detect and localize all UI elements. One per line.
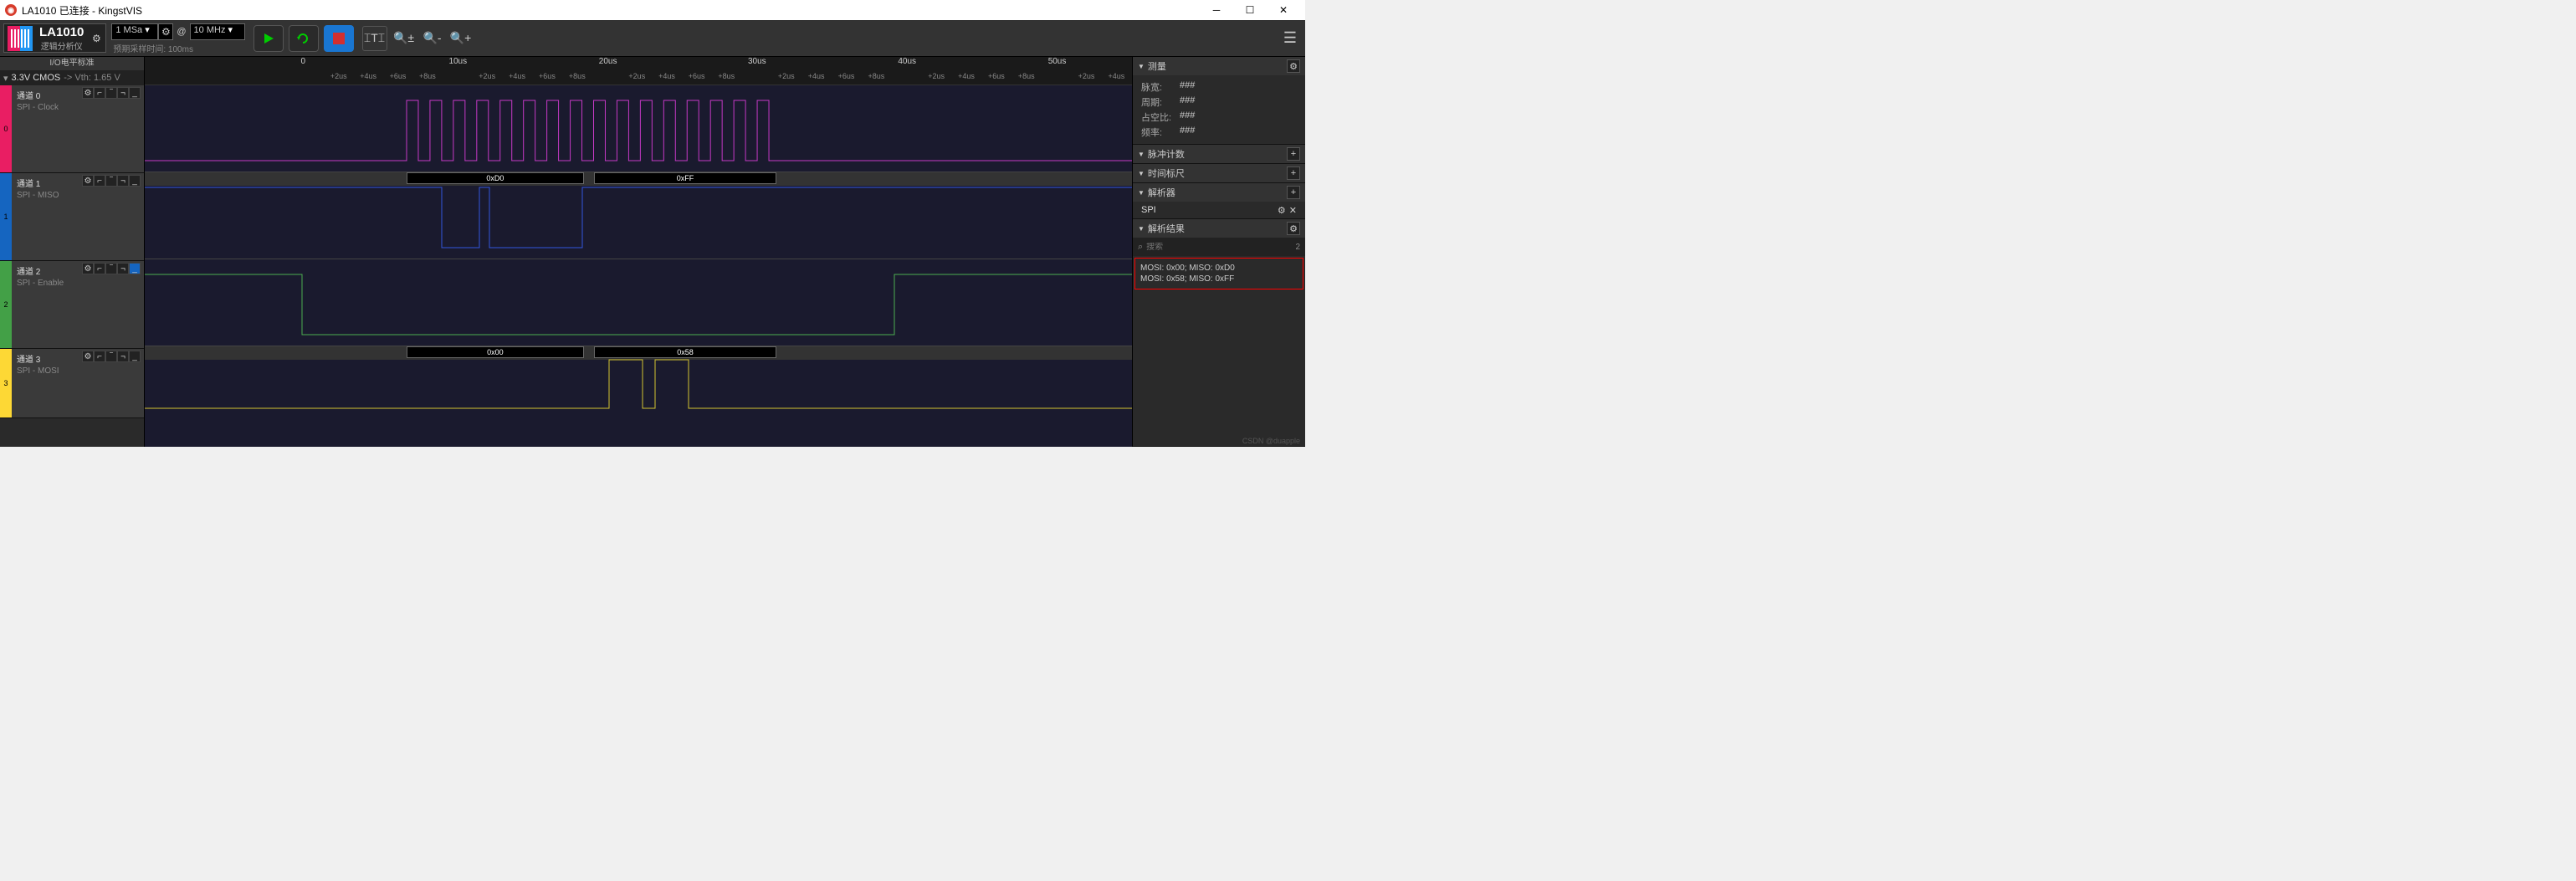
sample-depth-select[interactable]: 1 MSa ▾	[111, 23, 158, 40]
channel-1-sub: SPI - MISO	[17, 191, 139, 200]
waveform-ch0	[145, 85, 1132, 172]
add-analyzer-button[interactable]: +	[1287, 186, 1300, 199]
title-bar: ◉ LA1010 已连接 - KingstVIS ─ ☐ ✕	[0, 0, 1305, 20]
zoom-in-button[interactable]: 🔍+	[449, 27, 473, 50]
channel-2-row: 2 通道 2 SPI - Enable ⚙ ⌐ ‾ ¬ _	[0, 261, 144, 349]
decode-miso-1: 0xFF	[594, 172, 776, 184]
low-icon[interactable]: _	[129, 351, 141, 362]
voltage-threshold-select[interactable]: ▾ 3.3V CMOS -> Vth: 1.65 V	[0, 70, 144, 85]
high-icon[interactable]: ‾	[105, 263, 117, 274]
results-gear-icon[interactable]: ⚙	[1287, 222, 1300, 235]
channel-0-controls: ⚙ ⌐ ‾ ¬ _	[82, 87, 141, 99]
cursor-tool-button[interactable]: ⌶T⌶	[362, 26, 387, 51]
result-row[interactable]: MOSI: 0x00; MISO: 0xD0	[1140, 264, 1298, 273]
depth-gear-icon[interactable]: ⚙	[158, 23, 173, 40]
results-count: 2	[1295, 243, 1300, 252]
device-box: LA1010 逻辑分析仪 ⚙	[3, 23, 106, 53]
search-icon: ⌕	[1138, 242, 1143, 253]
channel-0-row: 0 通道 0 SPI - Clock ⚙ ⌐ ‾ ¬ _	[0, 85, 144, 173]
channel-sidebar: I/O电平标准 ▾ 3.3V CMOS -> Vth: 1.65 V 0 通道 …	[0, 57, 145, 447]
rising-edge-icon[interactable]: ⌐	[94, 87, 105, 99]
high-icon[interactable]: ‾	[105, 175, 117, 187]
right-sidebar: ▼测量⚙ 脉宽:###周期:###占空比:###频率:### ▼脉冲计数+ ▼时…	[1132, 57, 1305, 447]
waveform-ch1: 0xD0 0xFF	[145, 172, 1132, 259]
decode-mosi-0: 0x00	[407, 346, 584, 358]
channel-3-controls: ⚙ ⌐ ‾ ¬ _	[82, 351, 141, 362]
waveform-area[interactable]: 0+2us+4us+6us+8us10us+2us+4us+6us+8us20u…	[145, 57, 1132, 447]
app-icon: ◉	[5, 4, 17, 16]
measure-gear-icon[interactable]: ⚙	[1287, 59, 1300, 73]
spi-gear-icon[interactable]: ⚙	[1278, 205, 1286, 216]
decode-mosi-1: 0x58	[594, 346, 776, 358]
high-icon[interactable]: ‾	[105, 87, 117, 99]
device-logo-icon	[8, 26, 33, 51]
channel-1-row: 1 通道 1 SPI - MISO ⚙ ⌐ ‾ ¬ _	[0, 173, 144, 261]
zoom-out-button[interactable]: 🔍-	[421, 27, 444, 50]
falling-edge-icon[interactable]: ¬	[117, 263, 129, 274]
high-icon[interactable]: ‾	[105, 351, 117, 362]
device-gear-icon[interactable]: ⚙	[89, 31, 104, 46]
channel-1-controls: ⚙ ⌐ ‾ ¬ _	[82, 175, 141, 187]
channel-2-controls: ⚙ ⌐ ‾ ¬ _	[82, 263, 141, 274]
rising-edge-icon[interactable]: ⌐	[94, 351, 105, 362]
channel-3-tag: 3	[0, 349, 12, 417]
low-icon[interactable]: _	[129, 175, 141, 187]
falling-edge-icon[interactable]: ¬	[117, 175, 129, 187]
io-standard-label: I/O电平标准	[0, 57, 144, 70]
waveform-ch2	[145, 259, 1132, 346]
toolbar: LA1010 逻辑分析仪 ⚙ 1 MSa ▾ ⚙ @ 10 MHz ▾ 预期采样…	[0, 20, 1305, 57]
gear-icon[interactable]: ⚙	[82, 263, 94, 274]
measure-header[interactable]: ▼测量⚙	[1133, 57, 1305, 75]
channel-0-tag: 0	[0, 85, 12, 172]
add-pulse-button[interactable]: +	[1287, 147, 1300, 161]
maximize-button[interactable]: ☐	[1233, 0, 1267, 20]
channel-3-row: 3 通道 3 SPI - MOSI ⚙ ⌐ ‾ ¬ _	[0, 349, 144, 418]
add-marker-button[interactable]: +	[1287, 166, 1300, 180]
sampling-hint: 预期采样时间: 100ms	[111, 42, 244, 54]
analyzer-header[interactable]: ▼解析器+	[1133, 183, 1305, 202]
gear-icon[interactable]: ⚙	[82, 351, 94, 362]
analyzer-spi-row[interactable]: SPI ⚙✕	[1133, 202, 1305, 218]
channel-2-sub: SPI - Enable	[17, 279, 139, 288]
gear-icon[interactable]: ⚙	[82, 175, 94, 187]
gear-icon[interactable]: ⚙	[82, 87, 94, 99]
falling-edge-icon[interactable]: ¬	[117, 351, 129, 362]
watermark: CSDN @duapple	[1242, 437, 1300, 445]
waveform-ch3: 0x00 0x58	[145, 346, 1132, 415]
run-button[interactable]	[254, 25, 284, 52]
minimize-button[interactable]: ─	[1200, 0, 1233, 20]
low-icon[interactable]: _	[129, 87, 141, 99]
decode-miso-0: 0xD0	[407, 172, 584, 184]
time-ruler: 0+2us+4us+6us+8us10us+2us+4us+6us+8us20u…	[145, 57, 1132, 85]
device-subtitle: 逻辑分析仪	[41, 39, 83, 52]
zoom-fit-button[interactable]: 🔍±	[392, 27, 416, 50]
sample-rate-select[interactable]: 10 MHz ▾	[190, 23, 245, 40]
marker-header[interactable]: ▼时间标尺+	[1133, 164, 1305, 182]
pulse-header[interactable]: ▼脉冲计数+	[1133, 145, 1305, 163]
results-search: ⌕ 2	[1133, 238, 1305, 256]
rising-edge-icon[interactable]: ⌐	[94, 263, 105, 274]
result-row[interactable]: MOSI: 0x58; MISO: 0xFF	[1140, 274, 1298, 284]
spi-remove-icon[interactable]: ✕	[1289, 205, 1297, 216]
rising-edge-icon[interactable]: ⌐	[94, 175, 105, 187]
results-header[interactable]: ▼解析结果⚙	[1133, 219, 1305, 238]
hamburger-menu-icon[interactable]: ☰	[1283, 20, 1297, 56]
channel-0-sub: SPI - Clock	[17, 103, 139, 112]
device-name: LA1010	[39, 25, 84, 39]
stop-button[interactable]	[324, 25, 354, 52]
channel-2-tag: 2	[0, 261, 12, 348]
at-label: @	[173, 27, 189, 37]
loop-button[interactable]	[289, 25, 319, 52]
results-list: MOSI: 0x00; MISO: 0xD0 MOSI: 0x58; MISO:…	[1134, 258, 1303, 289]
close-button[interactable]: ✕	[1267, 0, 1300, 20]
falling-edge-icon[interactable]: ¬	[117, 87, 129, 99]
results-search-input[interactable]	[1146, 243, 1295, 252]
channel-3-sub: SPI - MOSI	[17, 366, 139, 376]
low-icon[interactable]: _	[129, 263, 141, 274]
window-title: LA1010 已连接 - KingstVIS	[22, 3, 142, 18]
channel-1-tag: 1	[0, 173, 12, 260]
